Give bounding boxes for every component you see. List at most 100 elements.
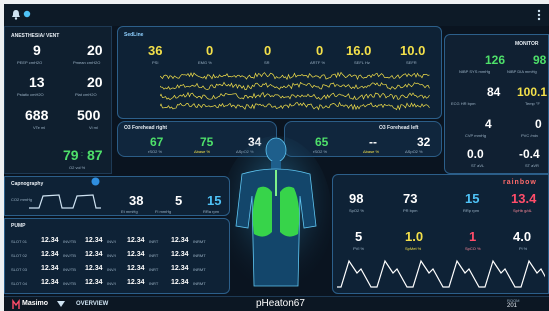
panel-title: O3 Forehead right	[124, 125, 168, 131]
pump-rate-value: 12.34	[85, 251, 103, 258]
st-avl-value: 0.0	[467, 147, 484, 161]
pump-slot-label: SLOT 01	[11, 239, 27, 244]
o2-separator: :	[81, 151, 83, 158]
pump-unit-label: INRT	[149, 281, 159, 286]
pi-value: 4.0	[513, 229, 532, 244]
info-icon[interactable]	[91, 177, 100, 186]
o2-green-value-2: 87	[87, 147, 103, 163]
pump-rate-value: 12.34	[127, 237, 145, 244]
pmean-value: 20	[87, 42, 103, 58]
pvi-value: 5	[355, 229, 363, 244]
pump-rate-value: 12.34	[41, 279, 59, 286]
emg-label: EMG %	[198, 60, 212, 65]
pplat-label: Plat cmH2O	[75, 92, 97, 97]
pump-rate-value: 12.34	[127, 251, 145, 258]
pplat-value: 20	[87, 74, 103, 90]
sr-label: SR	[264, 60, 270, 65]
room-number: 201	[507, 303, 518, 309]
rainbow-panel[interactable]: rainbow 98 SpO2 % 73 PR bpm 15 RRp rpm 1…	[332, 174, 549, 294]
pump-unit-label: INRMT	[193, 267, 206, 272]
pmean-label: Pmean cmH2O	[73, 60, 101, 65]
spco-value: 1	[469, 229, 477, 244]
etco2-label: Et mmHg	[121, 209, 138, 214]
temp-label: Temp °F	[525, 101, 540, 106]
pvc-label: PVC /min	[521, 133, 538, 138]
delta-spo2-value: 32	[417, 135, 431, 149]
psi-label: PSI	[152, 60, 159, 65]
spo2-value: 98	[349, 191, 364, 206]
vi-value: 500	[77, 107, 101, 123]
pump-unit-label: INRMT	[193, 253, 206, 258]
nibp-sys-label: NIBP SYS mmHg	[459, 69, 491, 74]
peep-value: 9	[33, 42, 41, 58]
masimo-logo-mark-icon	[12, 299, 20, 309]
pump-row[interactable]: SLOT 02 12.34 INV/TB 12.34 INV/I 12.34 INRT 12.…	[5, 249, 229, 261]
pstatic-label: Pstatic cmH2O	[17, 92, 44, 97]
pleth-waveform	[337, 259, 545, 288]
monitor-panel[interactable]: MONITOR 126 NIBP SYS mmHg 98 NIBP DIA mm…	[444, 34, 549, 174]
panel-title: ANESTHESIA/ VENT	[11, 33, 60, 39]
fico2-label: Fi mmHg	[155, 209, 172, 214]
o2-green-value-1: 79	[63, 147, 79, 163]
sr-value: 0	[264, 43, 272, 58]
panel-title: PUMP	[11, 223, 26, 229]
chevron-down-icon[interactable]	[57, 301, 65, 307]
pump-unit-label: INV/TB	[63, 253, 76, 258]
delta-spo2-label: ΔSpO2 %	[405, 149, 423, 154]
pump-panel[interactable]: PUMP SLOT 01 12.34 INV/TB 12.34 INV/I 12.34 IN…	[4, 218, 230, 294]
o2-label: O2 vol %	[69, 165, 86, 170]
eeg-waveform	[160, 71, 430, 111]
pump-row[interactable]: SLOT 01 12.34 INV/TB 12.34 INV/I 12.34 INRT 12.…	[5, 235, 229, 247]
pump-unit-label: INRMT	[193, 281, 206, 286]
delta-base-value: --	[369, 135, 377, 149]
vi-label: Vi ml	[89, 125, 98, 130]
st-avl-label: ST aVL	[471, 163, 485, 168]
temp-value: 100.1	[517, 85, 548, 99]
vte-label: VTe ml	[33, 125, 46, 130]
bottom-bar: Masimo OVERVIEW pHeaton67 ROOM 201	[4, 296, 549, 311]
spmet-value: 1.0	[405, 229, 424, 244]
pump-rate-value: 12.34	[171, 237, 189, 244]
pump-unit-label: INV/I	[107, 239, 116, 244]
cvp-label: CVP mmHg	[465, 133, 487, 138]
sedline-panel[interactable]: SedLine 36 PSI 0 EMG % 0 SR 0 ARTF % 16.…	[117, 26, 442, 119]
pump-unit-label: INV/TB	[63, 281, 76, 286]
rso2-label: rSO2 %	[148, 149, 163, 154]
artf-label: ARTF %	[310, 60, 326, 65]
spmet-label: SpMet %	[405, 246, 422, 251]
brand-logo: Masimo	[22, 300, 49, 307]
rso2-value: 67	[150, 135, 164, 149]
pump-rate-value: 12.34	[127, 279, 145, 286]
capnography-waveform	[29, 194, 101, 209]
view-selector[interactable]: OVERVIEW	[76, 301, 108, 307]
pump-rate-value: 12.34	[85, 265, 103, 272]
pump-rate-value: 12.34	[171, 265, 189, 272]
pump-rate-value: 12.34	[171, 279, 189, 286]
pump-unit-label: INRT	[149, 253, 159, 258]
status-dot-icon	[23, 10, 31, 18]
pump-rate-value: 12.34	[41, 251, 59, 258]
panel-title: MONITOR	[515, 41, 539, 47]
capnography-panel[interactable]: Capnography CO2 mmHg 38 Et mmHg 5 Fi mmH…	[4, 176, 230, 216]
patient-monitor-display: ANESTHESIA/ VENT 9 PEEP cmH2O 20 Pmean c…	[4, 4, 549, 311]
pstatic-value: 13	[29, 74, 45, 90]
spo2-label: SpO2 %	[349, 208, 364, 213]
pr-value: 73	[403, 191, 418, 206]
fico2-value: 5	[175, 193, 183, 208]
vte-value: 688	[25, 107, 49, 123]
sefr-label: SEFR	[406, 60, 417, 65]
more-vert-icon[interactable]	[536, 9, 542, 21]
pump-row[interactable]: SLOT 03 12.34 INV/TB 12.34 INV/I 12.34 INRT 12.…	[5, 263, 229, 275]
pump-slot-label: SLOT 04	[11, 281, 27, 286]
pump-row[interactable]: SLOT 04 12.34 INV/TB 12.34 INV/I 12.34 INRT 12.…	[5, 277, 229, 289]
nibp-dia-value: 98	[533, 53, 547, 67]
emg-value: 0	[206, 43, 214, 58]
anesthesia-vent-panel[interactable]: ANESTHESIA/ VENT 9 PEEP cmH2O 20 Pmean c…	[4, 26, 112, 174]
bell-icon[interactable]	[11, 9, 21, 20]
pump-rate-value: 12.34	[85, 279, 103, 286]
panel-title: Capnography	[11, 181, 44, 187]
sphb-label: SpHb g/dL	[513, 208, 532, 213]
pump-unit-label: INV/TB	[63, 267, 76, 272]
cvp-value: 4	[485, 117, 492, 131]
psi-value: 36	[148, 43, 163, 58]
